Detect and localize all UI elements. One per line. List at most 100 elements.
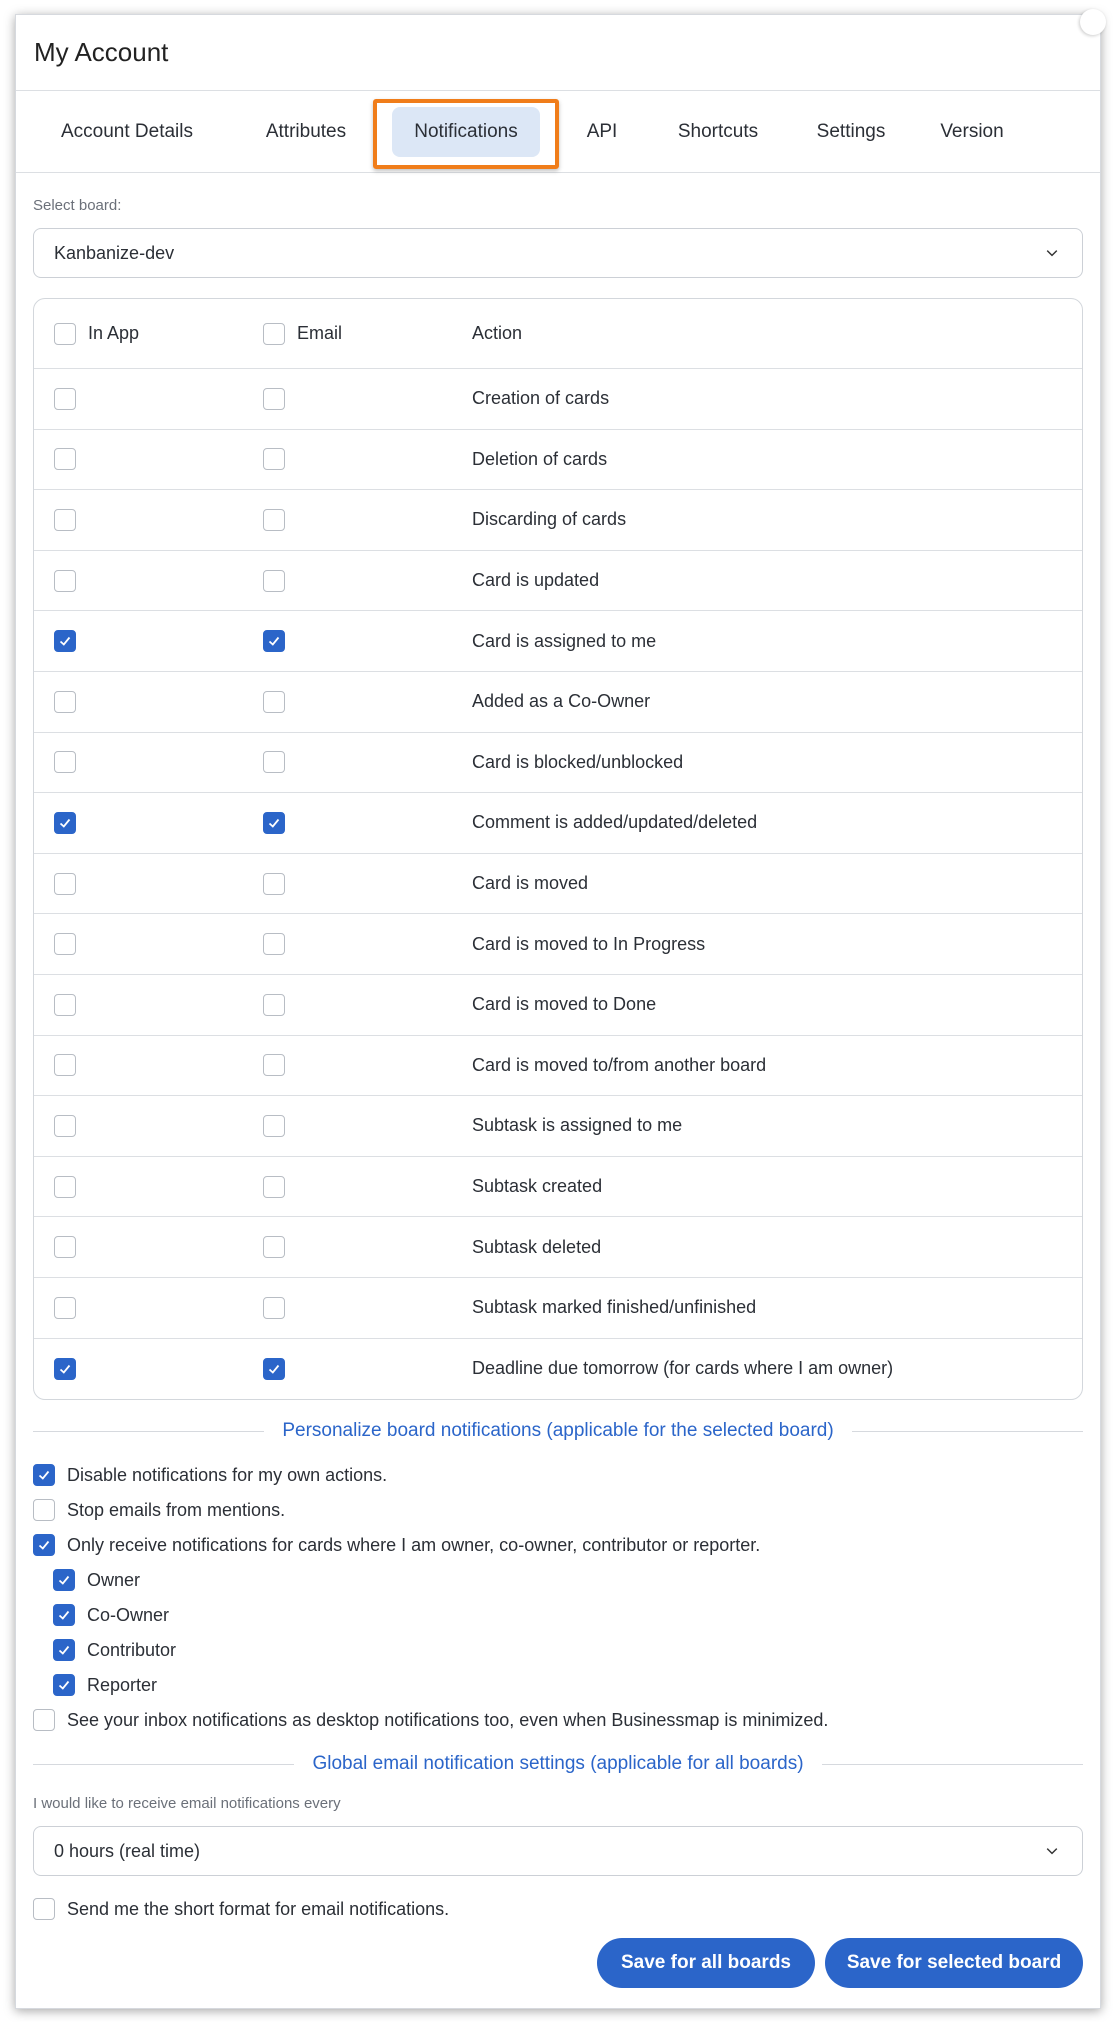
- option-label: Disable notifications for my own actions…: [67, 1464, 388, 1485]
- email-checkbox[interactable]: [263, 1114, 285, 1137]
- global-section-title: Global email notification settings (appl…: [33, 1753, 1083, 1775]
- in-app-checkbox[interactable]: [54, 1054, 76, 1077]
- short-format-checkbox[interactable]: [33, 1898, 55, 1921]
- personalize-option[interactable]: Contributor: [33, 1639, 1083, 1662]
- email-checkbox[interactable]: [263, 630, 285, 653]
- personalize-options: Disable notifications for my own actions…: [33, 1464, 1083, 1732]
- save-selected-board-button[interactable]: Save for selected board: [825, 1938, 1083, 1988]
- email-cell: [263, 690, 285, 713]
- tab-account-details[interactable]: Account Details: [52, 91, 202, 173]
- table-row: Subtask is assigned to me: [34, 1096, 1082, 1157]
- in-app-cell: [54, 569, 76, 592]
- frequency-select[interactable]: 0 hours (real time): [33, 1826, 1083, 1877]
- tab-version[interactable]: Version: [930, 91, 1014, 173]
- board-select[interactable]: Kanbanize-dev: [33, 228, 1083, 278]
- personalize-option[interactable]: Stop emails from mentions.: [33, 1499, 1083, 1522]
- corner-control[interactable]: [1080, 9, 1106, 35]
- table-row: Card is moved to/from another board: [34, 1036, 1082, 1097]
- header-email-label: Email: [297, 323, 343, 343]
- email-checkbox[interactable]: [263, 872, 285, 895]
- email-checkbox[interactable]: [263, 508, 285, 531]
- action-label: Discarding of cards: [472, 509, 627, 530]
- chevron-down-icon: [1042, 243, 1062, 263]
- option-checkbox[interactable]: [33, 1709, 55, 1732]
- divider: [33, 1430, 265, 1432]
- personalize-option[interactable]: Co-Owner: [33, 1604, 1083, 1627]
- personalize-option[interactable]: Reporter: [33, 1674, 1083, 1697]
- option-checkbox[interactable]: [53, 1674, 75, 1697]
- personalize-option[interactable]: Disable notifications for my own actions…: [33, 1464, 1083, 1487]
- option-checkbox[interactable]: [33, 1464, 55, 1487]
- email-checkbox[interactable]: [263, 387, 285, 410]
- option-checkbox[interactable]: [53, 1569, 75, 1592]
- option-checkbox[interactable]: [33, 1534, 55, 1557]
- in-app-cell: [54, 933, 76, 956]
- in-app-checkbox[interactable]: [54, 690, 76, 713]
- in-app-cell: [54, 1175, 76, 1198]
- action-label: Subtask deleted: [472, 1236, 602, 1257]
- in-app-checkbox[interactable]: [54, 1296, 76, 1319]
- tab-bar: Account Details Attributes Notifications…: [16, 91, 1100, 173]
- save-all-boards-button[interactable]: Save for all boards: [597, 1938, 815, 1988]
- tab-settings[interactable]: Settings: [806, 91, 896, 173]
- email-checkbox[interactable]: [263, 1296, 285, 1319]
- email-cell: [263, 630, 285, 653]
- option-checkbox[interactable]: [53, 1604, 75, 1627]
- in-app-checkbox[interactable]: [54, 1175, 76, 1198]
- email-cell: [263, 448, 285, 471]
- email-checkbox[interactable]: [263, 448, 285, 471]
- option-label: Owner: [87, 1569, 141, 1590]
- table-row: Added as a Co-Owner: [34, 672, 1082, 733]
- action-label: Card is moved to/from another board: [472, 1054, 767, 1075]
- in-app-checkbox[interactable]: [54, 387, 76, 410]
- email-checkbox[interactable]: [263, 1054, 285, 1077]
- in-app-checkbox[interactable]: [54, 1357, 76, 1380]
- table-row: Discarding of cards: [34, 490, 1082, 551]
- option-label: Co-Owner: [87, 1604, 170, 1625]
- in-app-checkbox[interactable]: [54, 872, 76, 895]
- email-checkbox[interactable]: [263, 751, 285, 774]
- tab-api[interactable]: API: [572, 91, 632, 173]
- email-checkbox[interactable]: [263, 569, 285, 592]
- option-checkbox[interactable]: [53, 1639, 75, 1662]
- in-app-cell: [54, 1296, 76, 1319]
- email-cell: [263, 1175, 285, 1198]
- personalize-option[interactable]: Owner: [33, 1569, 1083, 1592]
- divider: [851, 1430, 1084, 1432]
- tab-shortcuts[interactable]: Shortcuts: [666, 91, 770, 173]
- table-row: Subtask created: [34, 1157, 1082, 1218]
- chevron-down-icon: [1042, 1841, 1062, 1861]
- in-app-all-checkbox[interactable]: [54, 322, 76, 345]
- email-checkbox[interactable]: [263, 811, 285, 834]
- option-checkbox[interactable]: [33, 1499, 55, 1522]
- email-checkbox[interactable]: [263, 690, 285, 713]
- notifications-table: In App Email Action Creation of cards Del…: [33, 298, 1083, 1401]
- in-app-checkbox[interactable]: [54, 630, 76, 653]
- personalize-option[interactable]: See your inbox notifications as desktop …: [33, 1709, 1083, 1732]
- email-checkbox[interactable]: [263, 1175, 285, 1198]
- personalize-option[interactable]: Only receive notifications for cards whe…: [33, 1534, 1083, 1557]
- email-checkbox[interactable]: [263, 993, 285, 1016]
- in-app-checkbox[interactable]: [54, 1236, 76, 1259]
- in-app-checkbox[interactable]: [54, 751, 76, 774]
- email-cell: [263, 508, 285, 531]
- short-format-option[interactable]: Send me the short format for email notif…: [33, 1898, 1083, 1921]
- email-all-checkbox[interactable]: [263, 322, 285, 345]
- action-label: Deadline due tomorrow (for cards where I…: [472, 1358, 894, 1379]
- in-app-checkbox[interactable]: [54, 448, 76, 471]
- in-app-checkbox[interactable]: [54, 933, 76, 956]
- check-icon: [58, 1681, 70, 1690]
- email-cell: [263, 387, 285, 410]
- in-app-checkbox[interactable]: [54, 993, 76, 1016]
- tab-attributes[interactable]: Attributes: [256, 91, 356, 173]
- in-app-checkbox[interactable]: [54, 811, 76, 834]
- email-checkbox[interactable]: [263, 1236, 285, 1259]
- in-app-checkbox[interactable]: [54, 1114, 76, 1137]
- action-label: Comment is added/updated/deleted: [472, 812, 758, 833]
- in-app-checkbox[interactable]: [54, 508, 76, 531]
- tab-notifications[interactable]: Notifications: [373, 91, 559, 173]
- email-checkbox[interactable]: [263, 933, 285, 956]
- action-label: Card is updated: [472, 570, 600, 591]
- in-app-checkbox[interactable]: [54, 569, 76, 592]
- email-checkbox[interactable]: [263, 1357, 285, 1380]
